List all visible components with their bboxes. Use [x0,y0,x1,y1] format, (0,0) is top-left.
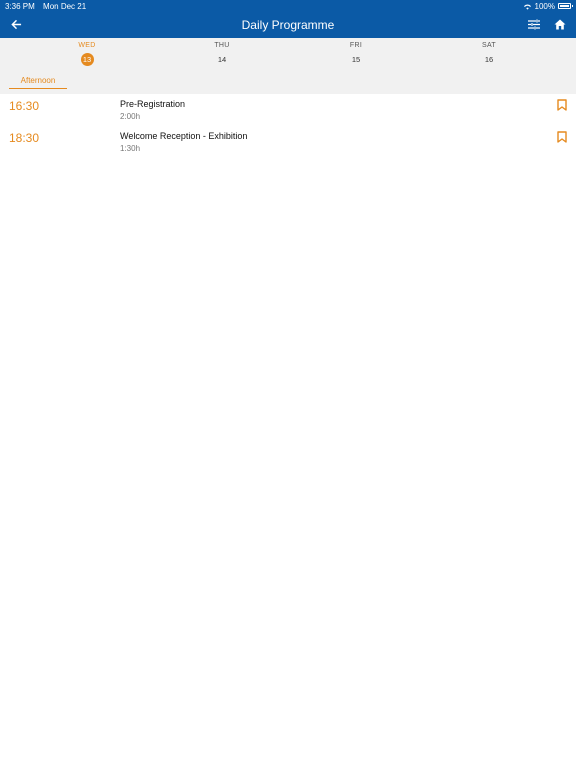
bookmark-icon[interactable] [557,131,567,143]
session-title: Pre-Registration [120,99,186,109]
status-date: Mon Dec 21 [43,1,87,11]
session-title: Welcome Reception - Exhibition [120,131,248,141]
day-sat[interactable]: SAT 16 [459,42,519,67]
bookmark-icon[interactable] [557,99,567,111]
status-time: 3:36 PM [5,1,35,11]
tune-icon [528,19,540,29]
battery-icon [558,3,573,9]
battery-percent: 100% [534,1,555,11]
nav-actions [526,16,568,32]
wifi-icon [523,4,531,10]
nav-bar: Daily Programme [0,12,576,38]
day-name: FRI [349,42,363,49]
status-left: 3:36 PM Mon Dec 21 [5,2,92,11]
day-wed[interactable]: WED 13 [57,42,117,67]
day-fri[interactable]: FRI 15 [326,42,386,67]
day-number: 16 [484,55,494,64]
page-title: Daily Programme [241,18,335,32]
day-number: 13 [80,53,94,66]
home-button[interactable] [552,16,568,32]
filter-button[interactable] [526,16,542,32]
session-list: 16:30 Pre-Registration 2:00h 18:30 Welco… [0,94,576,158]
back-button[interactable] [8,16,24,32]
day-name: THU [214,42,230,49]
session-time: 16:30 [9,99,40,113]
session-duration: 1:30h [120,144,141,153]
date-selector: WED 13 THU 14 FRI 15 SAT 16 Afternoon [0,38,576,94]
session-duration: 2:00h [120,112,141,121]
day-name: WED [78,42,96,49]
app-header: 3:36 PM Mon Dec 21 100% Daily Programme [0,0,576,38]
day-number: 14 [217,55,227,64]
home-icon [554,19,566,29]
back-arrow-icon [10,19,21,29]
tab-afternoon[interactable]: Afternoon [9,76,67,89]
status-bar: 3:36 PM Mon Dec 21 100% [0,0,576,12]
session-row[interactable]: 16:30 Pre-Registration 2:00h [0,94,576,126]
day-name: SAT [482,42,496,49]
day-thu[interactable]: THU 14 [192,42,252,67]
session-row[interactable]: 18:30 Welcome Reception - Exhibition 1:3… [0,126,576,158]
session-time: 18:30 [9,131,40,145]
status-right: 100% [523,1,573,11]
day-number: 15 [351,55,361,64]
